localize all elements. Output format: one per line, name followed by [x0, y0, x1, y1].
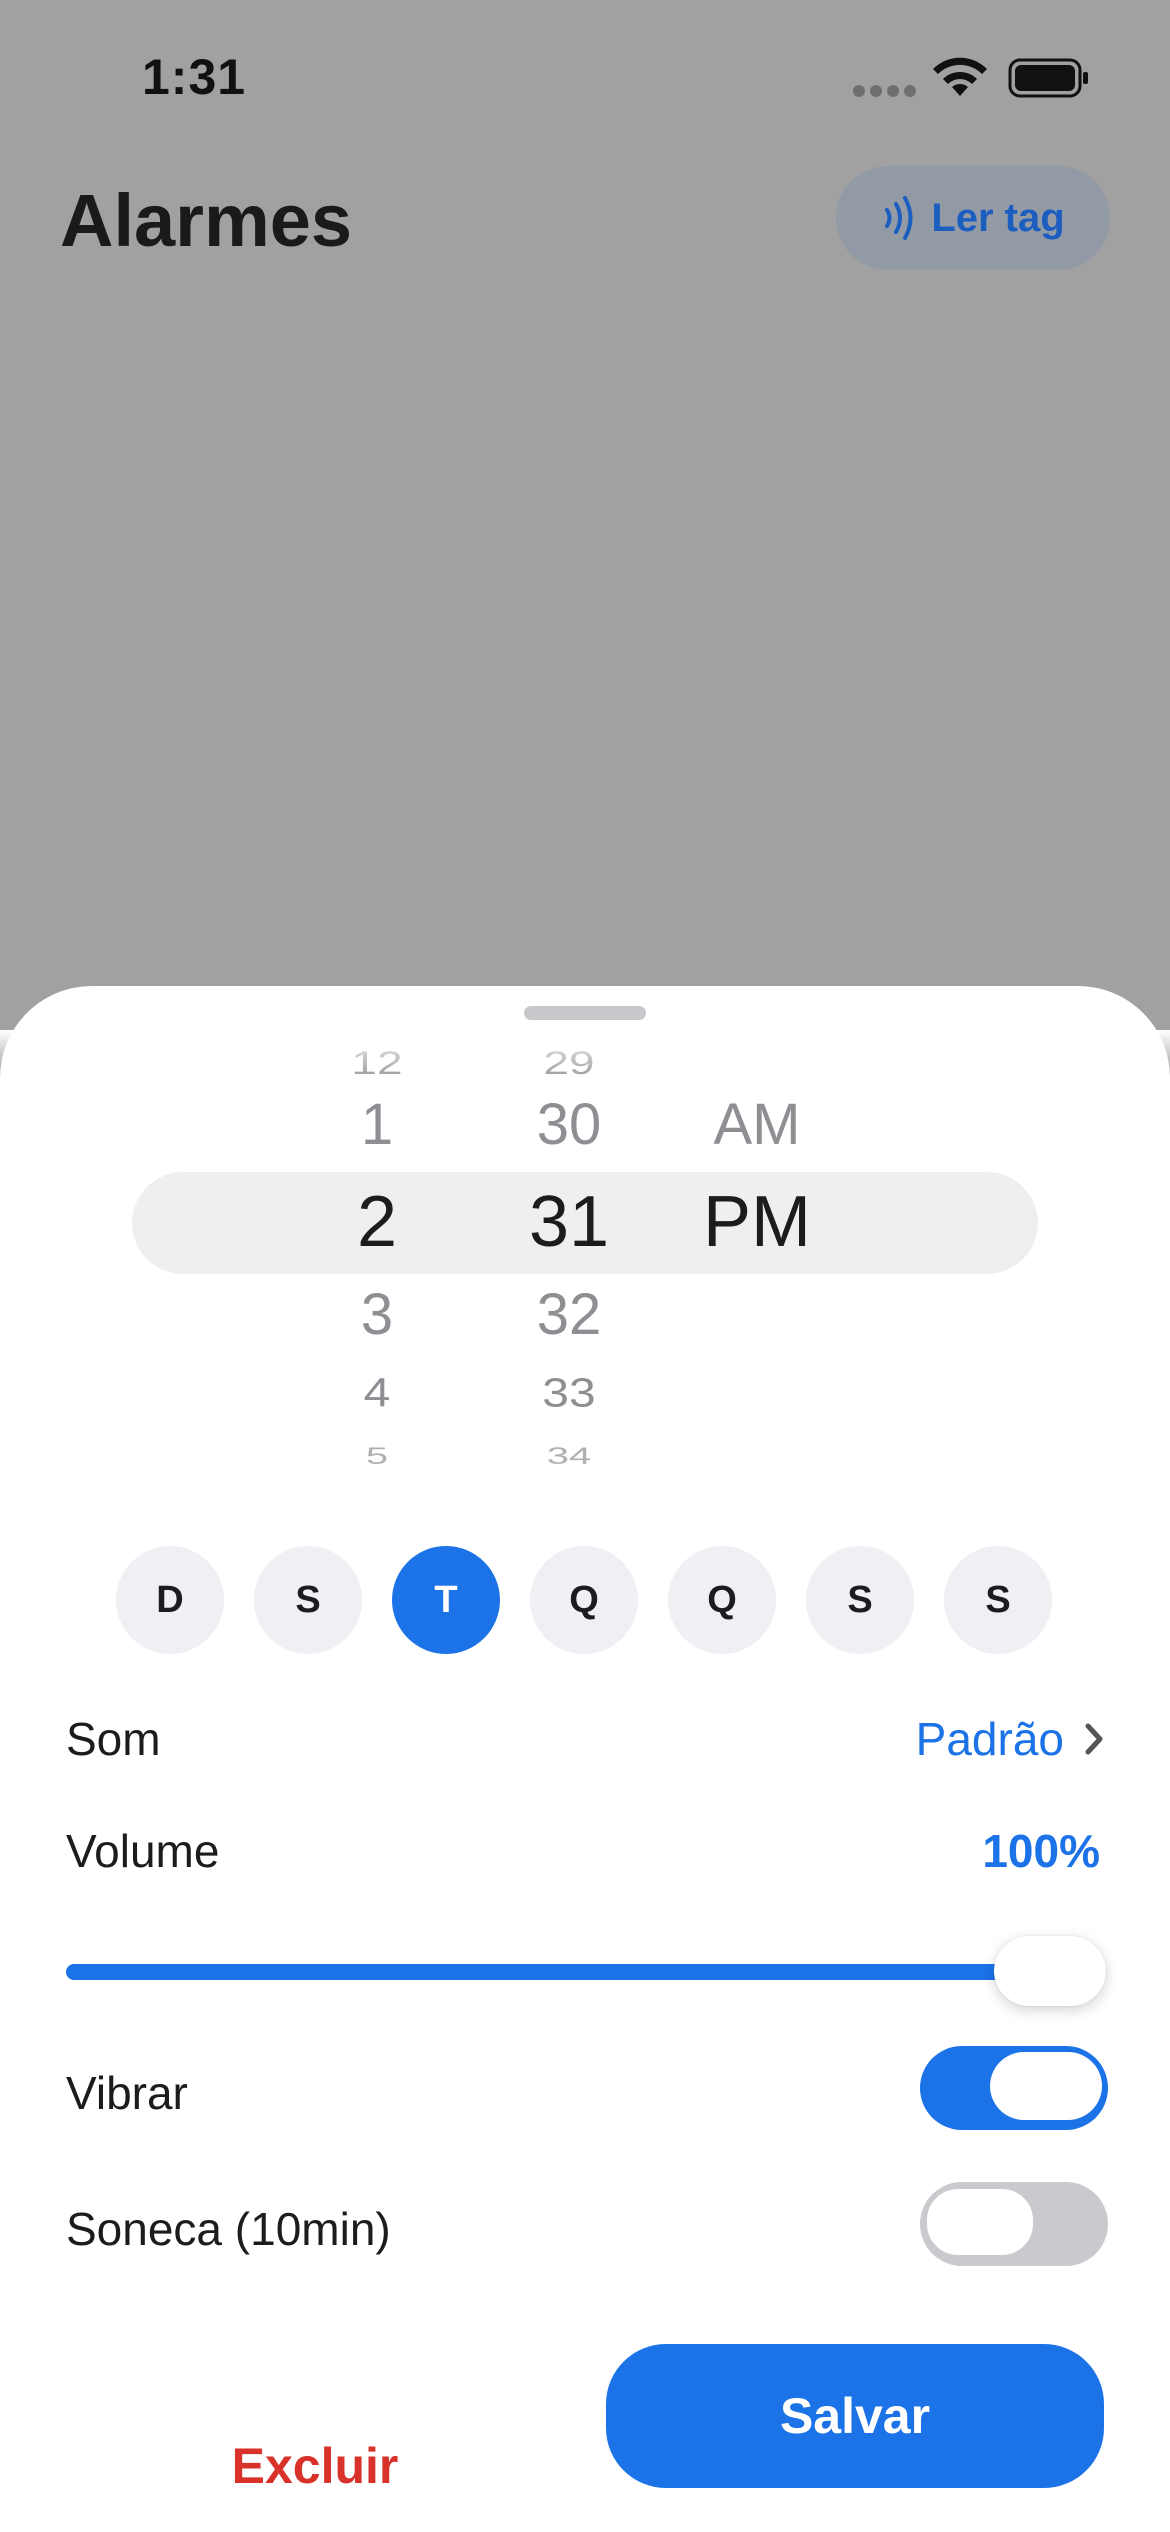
- day-toggle-2[interactable]: T: [392, 1546, 500, 1654]
- delete-button[interactable]: Excluir: [190, 2416, 440, 2516]
- day-toggle-5[interactable]: S: [806, 1546, 914, 1654]
- volume-thumb[interactable]: [994, 1936, 1106, 2006]
- vibrate-label: Vibrar: [66, 2067, 188, 2119]
- picker-fade-bottom: [0, 1460, 1170, 1500]
- hour-option[interactable]: 1: [277, 1096, 477, 1154]
- status-time: 1:31: [142, 49, 247, 105]
- weekday-selector: D S T Q Q S S: [116, 1546, 1056, 1656]
- day-toggle-0[interactable]: D: [116, 1546, 224, 1654]
- minute-option[interactable]: 33: [469, 1373, 669, 1415]
- sound-label: Som: [66, 1713, 161, 1765]
- vibrate-toggle[interactable]: [920, 2046, 1108, 2130]
- hour-option[interactable]: 4: [277, 1373, 477, 1415]
- period-option[interactable]: AM: [657, 1096, 857, 1154]
- cellular-signal-icon: [853, 84, 921, 102]
- toggle-knob: [990, 2052, 1102, 2120]
- day-toggle-1[interactable]: S: [254, 1546, 362, 1654]
- sound-value: Padrão: [915, 1713, 1064, 1765]
- status-bar: 1:31: [0, 0, 1170, 150]
- hour-wheel[interactable]: 12 1 2 3 4 5: [277, 1030, 477, 1500]
- save-button[interactable]: Salvar: [606, 2344, 1104, 2488]
- minute-wheel[interactable]: 29 30 31 32 33 34: [469, 1030, 669, 1500]
- page-title: Alarmes: [60, 179, 353, 262]
- chevron-right-icon: [1085, 1723, 1103, 1755]
- hour-option[interactable]: 3: [277, 1286, 477, 1344]
- day-toggle-3[interactable]: Q: [530, 1546, 638, 1654]
- day-toggle-4[interactable]: Q: [668, 1546, 776, 1654]
- read-tag-label: Ler tag: [931, 195, 1065, 240]
- sound-selector[interactable]: Padrão: [916, 1712, 1104, 1766]
- nfc-icon: [885, 196, 913, 240]
- alarm-edit-sheet: 12 1 2 3 4 5 29 30 31 32 33 34 AM PM D S…: [0, 986, 1170, 2532]
- sheet-grabber[interactable]: [524, 1006, 646, 1020]
- minute-option[interactable]: 30: [469, 1096, 669, 1154]
- minute-selected[interactable]: 31: [469, 1186, 669, 1258]
- volume-slider[interactable]: [66, 1936, 1106, 2006]
- period-wheel[interactable]: AM PM: [657, 1030, 857, 1500]
- hour-selected[interactable]: 2: [277, 1186, 477, 1258]
- period-selected[interactable]: PM: [657, 1186, 857, 1258]
- toggle-knob: [924, 2186, 1036, 2258]
- volume-label: Volume: [66, 1825, 220, 1877]
- time-picker[interactable]: 12 1 2 3 4 5 29 30 31 32 33 34 AM PM: [0, 1030, 1170, 1500]
- picker-fade-top: [0, 1030, 1170, 1074]
- battery-icon: [1008, 58, 1088, 98]
- read-tag-button[interactable]: Ler tag: [836, 166, 1110, 270]
- snooze-label: Soneca (10min): [66, 2203, 391, 2255]
- day-toggle-6[interactable]: S: [944, 1546, 1052, 1654]
- wifi-icon: [933, 57, 987, 96]
- minute-option[interactable]: 32: [469, 1286, 669, 1344]
- volume-fill: [66, 1964, 1050, 1980]
- snooze-toggle[interactable]: [920, 2182, 1108, 2266]
- volume-value: 100%: [982, 1825, 1100, 1877]
